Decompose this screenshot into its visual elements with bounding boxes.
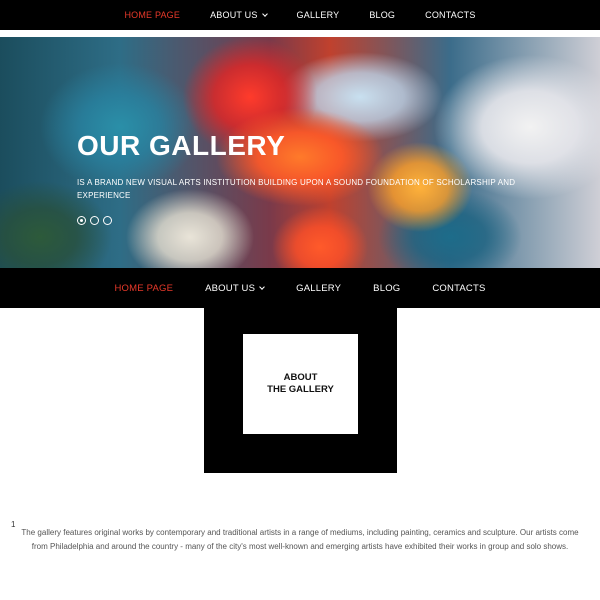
chevron-down-icon <box>259 284 265 290</box>
top-nav-home-page-label: HOME PAGE <box>124 10 181 20</box>
main-nav-contacts[interactable]: CONTACTS <box>432 283 485 294</box>
main-nav-blog[interactable]: BLOG <box>373 283 400 294</box>
main-nav-about-us-label: ABOUT US <box>205 282 256 294</box>
top-nav-blog[interactable]: BLOG <box>369 10 395 20</box>
top-nav-about-us[interactable]: ABOUT US <box>210 10 268 20</box>
top-nav-gallery[interactable]: GALLERY <box>297 10 340 20</box>
main-nav-list: HOME PAGE ABOUT US GALLERY BLOG CONTACTS <box>114 283 485 294</box>
main-nav-home-page[interactable]: HOME PAGE <box>114 283 173 294</box>
main-nav-about-us[interactable]: ABOUT US <box>205 282 265 294</box>
slider-dot-3[interactable] <box>103 216 112 225</box>
gallery-description: The gallery features original works by c… <box>21 528 579 551</box>
slider-pagination <box>77 216 112 225</box>
chevron-down-icon <box>261 11 268 17</box>
paragraph-marker: 1 <box>11 520 16 529</box>
main-nav-gallery-label: GALLERY <box>296 282 342 294</box>
top-nav-contacts-label: CONTACTS <box>425 10 476 20</box>
top-nav-blog-label: BLOG <box>369 10 396 20</box>
about-gallery-frame: ABOUT THE GALLERY <box>204 308 397 473</box>
hero-slider: OUR GALLERY IS A BRAND NEW VISUAL ARTS I… <box>0 37 600 268</box>
page: HOME PAGE ABOUT US GALLERY BLOG CONTACTS… <box>0 0 600 600</box>
top-nav-contacts[interactable]: CONTACTS <box>425 10 475 20</box>
hero-title: OUR GALLERY <box>77 130 286 161</box>
hero-subtitle: IS A BRAND NEW VISUAL ARTS INSTITUTION B… <box>77 178 516 200</box>
main-nav-home-page-label: HOME PAGE <box>114 282 174 294</box>
top-nav-home-page[interactable]: HOME PAGE <box>124 10 180 20</box>
main-nav-gallery[interactable]: GALLERY <box>296 283 341 294</box>
main-nav-blog-label: BLOG <box>373 282 401 294</box>
main-navigation: HOME PAGE ABOUT US GALLERY BLOG CONTACTS <box>0 268 600 308</box>
top-nav-about-us-label: ABOUT US <box>210 10 258 20</box>
slider-dot-2[interactable] <box>90 216 99 225</box>
about-heading-line-1: ABOUT <box>283 372 318 383</box>
about-heading-line-2: THE GALLERY <box>267 384 334 395</box>
slider-dot-1[interactable] <box>77 216 86 225</box>
top-nav-list: HOME PAGE ABOUT US GALLERY BLOG CONTACTS <box>124 10 475 20</box>
main-nav-contacts-label: CONTACTS <box>432 282 486 294</box>
top-navigation: HOME PAGE ABOUT US GALLERY BLOG CONTACTS <box>0 0 600 30</box>
top-nav-gallery-label: GALLERY <box>296 10 340 20</box>
about-gallery-box[interactable]: ABOUT THE GALLERY <box>243 334 358 434</box>
